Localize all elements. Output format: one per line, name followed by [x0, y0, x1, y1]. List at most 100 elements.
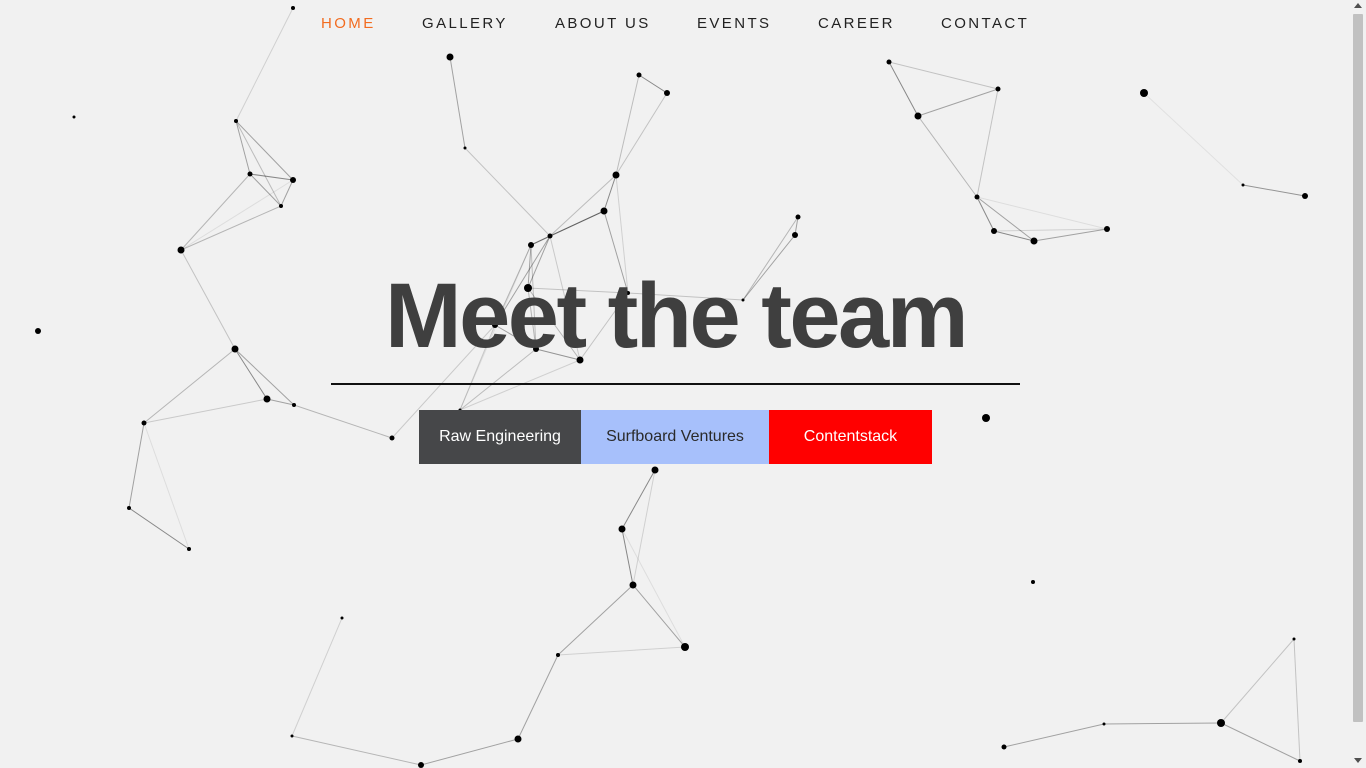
network-node [514, 735, 522, 743]
network-node [292, 403, 296, 407]
team-button-group: Raw Engineering Surfboard Ventures Conte… [419, 410, 932, 464]
network-node [35, 328, 41, 334]
network-link [235, 120, 294, 181]
network-node [1102, 722, 1106, 726]
network-node [72, 115, 76, 119]
network-node [982, 414, 990, 422]
nav-contact-link[interactable]: CONTACT [941, 15, 1029, 33]
network-link [143, 398, 268, 424]
scroll-up-icon[interactable] [1354, 3, 1362, 8]
main-nav: HOME GALLERY ABOUT US EVENTS CAREER CONT… [0, 0, 1351, 48]
vertical-scrollbar[interactable] [1351, 0, 1366, 768]
network-node [974, 194, 980, 200]
page: HOME GALLERY ABOUT US EVENTS CAREER CONT… [0, 0, 1351, 768]
network-link [517, 654, 559, 740]
network-node [795, 214, 801, 220]
network-link [235, 120, 282, 207]
network-node [547, 233, 553, 239]
network-node [1241, 183, 1245, 187]
network-node [600, 207, 608, 215]
network-node [418, 762, 424, 768]
network-node [556, 653, 560, 657]
title-divider [331, 383, 1020, 385]
network-node [629, 581, 637, 589]
network-link [1242, 184, 1306, 197]
network-node [187, 547, 191, 551]
network-link [464, 147, 551, 237]
network-link [180, 205, 282, 251]
network-link [917, 115, 978, 198]
network-link [420, 738, 519, 766]
network-node [1298, 759, 1302, 763]
network-node [1104, 226, 1110, 232]
network-node [340, 616, 344, 620]
network-link [621, 528, 634, 586]
network-link [976, 196, 1108, 230]
network-node [1030, 237, 1038, 245]
network-link [180, 249, 236, 350]
network-link [1293, 638, 1301, 762]
nav-gallery-link[interactable]: GALLERY [422, 15, 508, 33]
network-link [615, 74, 640, 176]
network-link [449, 56, 466, 149]
nav-career-link[interactable]: CAREER [818, 15, 895, 33]
network-node [177, 246, 185, 254]
network-node [234, 119, 238, 123]
network-link [143, 422, 190, 550]
network-link [180, 179, 294, 251]
network-node [651, 466, 659, 474]
network-node [528, 242, 534, 248]
network-node [1031, 580, 1035, 584]
network-link [1220, 638, 1295, 724]
network-link [621, 469, 656, 530]
network-node [1001, 744, 1007, 750]
network-node [389, 435, 395, 441]
network-node [914, 112, 922, 120]
network-node [231, 345, 239, 353]
network-link [638, 74, 668, 94]
network-link [1003, 723, 1105, 748]
network-link [291, 617, 343, 737]
network-link [1103, 722, 1222, 725]
nav-home-link[interactable]: HOME [321, 15, 376, 33]
network-link [143, 348, 236, 424]
nav-events-link[interactable]: EVENTS [697, 15, 771, 33]
page-title: Meet the team [385, 265, 969, 367]
network-node [995, 86, 1001, 92]
network-link [1033, 228, 1108, 242]
raw-engineering-button[interactable]: Raw Engineering [419, 410, 581, 464]
network-node [1292, 637, 1296, 641]
network-link [976, 88, 999, 198]
scroll-down-icon[interactable] [1354, 758, 1362, 763]
network-link [993, 228, 1108, 232]
network-link [1220, 722, 1301, 762]
network-link [632, 469, 656, 586]
network-node [664, 90, 670, 96]
nav-about-us-link[interactable]: ABOUT US [555, 15, 651, 33]
network-node [1140, 89, 1148, 97]
network-link [128, 422, 145, 509]
network-node [279, 204, 283, 208]
network-link [291, 735, 422, 766]
network-node [263, 395, 271, 403]
network-link [293, 404, 393, 439]
network-node [618, 525, 626, 533]
network-node [612, 171, 620, 179]
network-link [976, 196, 995, 232]
network-link [917, 88, 999, 117]
network-link [888, 61, 999, 90]
contentstack-button[interactable]: Contentstack [769, 410, 932, 464]
network-node [1302, 193, 1308, 199]
network-node [636, 72, 642, 78]
scrollbar-thumb[interactable] [1353, 14, 1363, 722]
network-link [557, 584, 634, 656]
network-node [463, 146, 467, 150]
network-node [446, 53, 454, 61]
network-link [888, 61, 919, 117]
network-link [249, 173, 294, 181]
network-link [180, 173, 251, 251]
network-node [247, 171, 253, 177]
network-link [234, 348, 268, 400]
network-node [991, 228, 997, 234]
surfboard-ventures-button[interactable]: Surfboard Ventures [581, 410, 769, 464]
